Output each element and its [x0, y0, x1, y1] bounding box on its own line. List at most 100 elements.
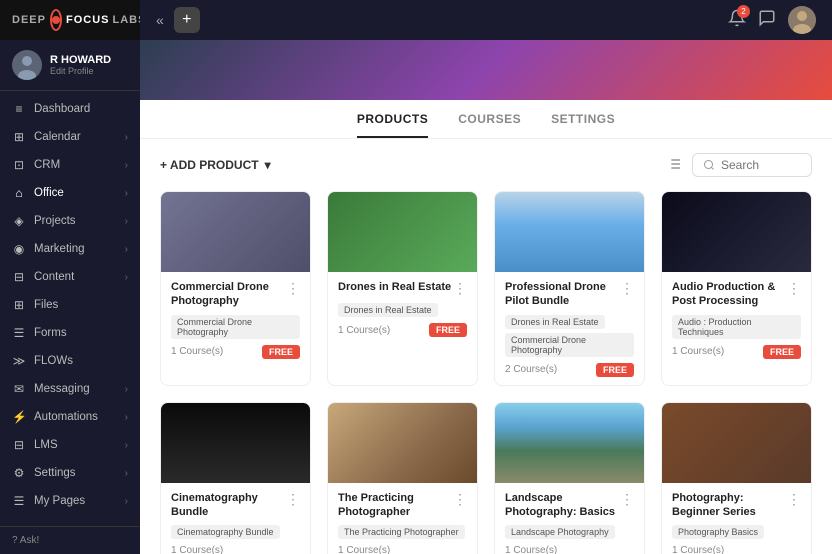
sidebar-item-forms[interactable]: ☰ Forms: [0, 319, 140, 347]
chevron-right-icon: ›: [125, 188, 128, 199]
sidebar-item-my-pages[interactable]: ☰ My Pages ›: [0, 487, 140, 515]
card-title: Cinematography Bundle: [171, 491, 286, 520]
projects-icon: ◈: [12, 214, 26, 228]
sidebar-item-lms[interactable]: ⊟ LMS ›: [0, 431, 140, 459]
card-tags: Drones in Real EstateCommercial Drone Ph…: [505, 315, 634, 357]
card-image: [495, 192, 644, 272]
card-menu-button[interactable]: ⋮: [286, 491, 300, 508]
product-card[interactable]: Commercial Drone Photography ⋮ Commercia…: [160, 191, 311, 386]
tab-settings[interactable]: SETTINGS: [551, 112, 615, 138]
course-count: 1 Course(s): [672, 545, 724, 554]
user-avatar[interactable]: [788, 6, 816, 34]
sidebar-item-messaging[interactable]: ✉ Messaging ›: [0, 375, 140, 403]
topbar-right: 2: [728, 6, 816, 34]
lms-icon: ⊟: [12, 438, 26, 452]
product-card[interactable]: Landscape Photography: Basics ⋮ Landscap…: [494, 402, 645, 554]
user-profile[interactable]: R HOWARD Edit Profile: [0, 40, 140, 91]
collapse-button[interactable]: «: [156, 12, 164, 28]
sidebar-item-automations[interactable]: ⚡ Automations ›: [0, 403, 140, 431]
add-product-button[interactable]: + ADD PRODUCT ▾: [160, 158, 271, 172]
course-count: 1 Course(s): [338, 545, 390, 554]
chevron-right-icon: ›: [125, 440, 128, 451]
app-logo: DEEP FOCUS LABS: [0, 0, 140, 40]
search-box[interactable]: [692, 153, 812, 177]
sidebar-item-label: Marketing: [34, 243, 85, 255]
card-tag: Drones in Real Estate: [338, 303, 438, 317]
chevron-right-icon: ›: [125, 384, 128, 395]
card-image: [662, 192, 811, 272]
topbar: « + 2: [140, 0, 832, 40]
chevron-down-icon: ▾: [265, 158, 271, 172]
search-input[interactable]: [721, 158, 801, 172]
chevron-right-icon: ›: [125, 496, 128, 507]
course-count: 1 Course(s): [171, 545, 223, 554]
card-footer: 1 Course(s) FREE: [338, 323, 467, 337]
card-tags: Commercial Drone Photography: [171, 315, 300, 339]
sidebar-item-files[interactable]: ⊞ Files: [0, 291, 140, 319]
card-tag: Photography Basics: [672, 525, 764, 539]
tab-bar: PRODUCTS COURSES SETTINGS: [140, 100, 832, 139]
card-menu-button[interactable]: ⋮: [453, 280, 467, 297]
products-area: + ADD PRODUCT ▾: [140, 139, 832, 554]
product-card[interactable]: Cinematography Bundle ⋮ Cinematography B…: [160, 402, 311, 554]
add-button[interactable]: +: [174, 7, 200, 33]
product-card[interactable]: Audio Production & Post Processing ⋮ Aud…: [661, 191, 812, 386]
product-card[interactable]: Professional Drone Pilot Bundle ⋮ Drones…: [494, 191, 645, 386]
help-button[interactable]: ? Ask!: [0, 526, 140, 554]
card-title: Photography: Beginner Series: [672, 491, 787, 520]
sidebar-item-office[interactable]: ⌂ Office ›: [0, 179, 140, 207]
profile-avatar: [12, 50, 42, 80]
product-card[interactable]: Photography: Beginner Series ⋮ Photograp…: [661, 402, 812, 554]
course-count: 1 Course(s): [171, 346, 223, 357]
sidebar-item-label: Dashboard: [34, 103, 90, 115]
course-count: 1 Course(s): [505, 545, 557, 554]
free-badge: FREE: [763, 345, 801, 359]
card-image: [161, 403, 310, 483]
logo-icon: [50, 9, 62, 31]
sidebar-item-label: Files: [34, 299, 58, 311]
chevron-right-icon: ›: [125, 468, 128, 479]
card-body: Professional Drone Pilot Bundle ⋮ Drones…: [495, 272, 644, 385]
product-card[interactable]: Drones in Real Estate ⋮ Drones in Real E…: [327, 191, 478, 386]
card-menu-button[interactable]: ⋮: [787, 280, 801, 297]
course-count: 1 Course(s): [338, 325, 390, 336]
sidebar-item-label: Content: [34, 271, 74, 283]
product-card[interactable]: The Practicing Photographer ⋮ The Practi…: [327, 402, 478, 554]
card-image: [328, 403, 477, 483]
card-menu-button[interactable]: ⋮: [453, 491, 467, 508]
sidebar-item-content[interactable]: ⊟ Content ›: [0, 263, 140, 291]
notification-button[interactable]: 2: [728, 9, 746, 32]
sidebar-item-projects[interactable]: ◈ Projects ›: [0, 207, 140, 235]
card-body: The Practicing Photographer ⋮ The Practi…: [328, 483, 477, 554]
sidebar-item-label: My Pages: [34, 495, 85, 507]
sidebar-item-dashboard[interactable]: ≡ Dashboard: [0, 95, 140, 123]
card-tag: Landscape Photography: [505, 525, 615, 539]
tab-courses[interactable]: COURSES: [458, 112, 521, 138]
tab-products[interactable]: PRODUCTS: [357, 112, 428, 138]
crm-icon: ⊡: [12, 158, 26, 172]
card-footer: 2 Course(s) FREE: [505, 363, 634, 377]
card-body: Drones in Real Estate ⋮ Drones in Real E…: [328, 272, 477, 345]
sidebar-item-crm[interactable]: ⊡ CRM ›: [0, 151, 140, 179]
sidebar-item-flows[interactable]: ≫ FLOWs: [0, 347, 140, 375]
card-image: [328, 192, 477, 272]
card-menu-button[interactable]: ⋮: [286, 280, 300, 297]
card-body: Landscape Photography: Basics ⋮ Landscap…: [495, 483, 644, 554]
sidebar-item-marketing[interactable]: ◉ Marketing ›: [0, 235, 140, 263]
card-title: Commercial Drone Photography: [171, 280, 286, 309]
sidebar-item-calendar[interactable]: ⊞ Calendar ›: [0, 123, 140, 151]
card-tags: Audio : Production Techniques: [672, 315, 801, 339]
card-menu-button[interactable]: ⋮: [787, 491, 801, 508]
card-menu-button[interactable]: ⋮: [620, 280, 634, 297]
sidebar-item-settings[interactable]: ⚙ Settings ›: [0, 459, 140, 487]
sort-icon[interactable]: [666, 156, 682, 175]
chat-button[interactable]: [758, 9, 776, 32]
sidebar-item-label: Automations: [34, 411, 98, 423]
card-menu-button[interactable]: ⋮: [620, 491, 634, 508]
card-footer: 1 Course(s): [505, 545, 634, 554]
card-tags: Cinematography Bundle: [171, 525, 300, 539]
nav-menu: ≡ Dashboard ⊞ Calendar › ⊡ CRM › ⌂ Offic…: [0, 91, 140, 526]
calendar-icon: ⊞: [12, 130, 26, 144]
edit-profile-link[interactable]: Edit Profile: [50, 66, 111, 76]
chevron-right-icon: ›: [125, 244, 128, 255]
